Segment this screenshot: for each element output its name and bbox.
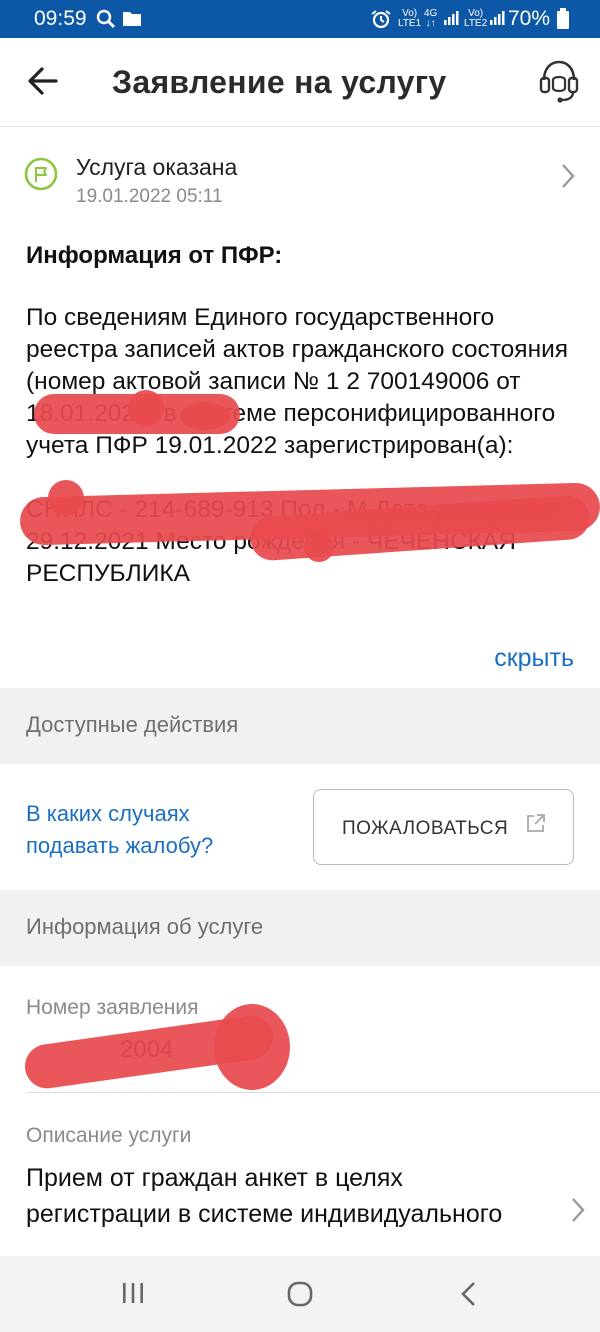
status-time: 09:59 [34, 7, 87, 30]
application-number-label: Номер заявления [26, 996, 199, 1019]
recent-apps-icon[interactable] [120, 1280, 146, 1306]
complaint-faq-link[interactable]: В каких случаях подавать жалобу? [26, 798, 276, 862]
service-description-label: Описание услуги [26, 1124, 192, 1147]
hide-link[interactable]: скрыть [494, 644, 574, 673]
service-status-title: Услуга оказана [76, 154, 238, 180]
app-bar: Заявление на услугу [0, 38, 600, 127]
sim1-indicator: Vo) LTE1 [398, 8, 422, 29]
redaction-mark [128, 390, 164, 426]
redaction-mark [180, 402, 230, 430]
home-icon[interactable] [286, 1280, 314, 1308]
network-4g-indicator: 4G ↓↑ [424, 8, 438, 29]
chevron-right-icon [562, 164, 575, 188]
redaction-mark [214, 1004, 290, 1090]
redaction-mark [48, 480, 84, 516]
back-arrow-icon[interactable] [26, 64, 60, 98]
alarm-icon [371, 10, 391, 29]
section-service-info: Информация об услуге [0, 890, 600, 966]
external-link-icon [527, 814, 545, 832]
complain-button-label: ПОЖАЛОВАТЬСЯ [342, 818, 509, 839]
back-nav-icon[interactable] [458, 1280, 480, 1308]
signal-icon [490, 11, 505, 25]
flag-status-icon [24, 157, 58, 191]
sim2-indicator: Vo) LTE2 [464, 8, 488, 29]
signal-icon [444, 11, 459, 25]
battery-icon [557, 8, 569, 29]
section-title: Информация об услуге [26, 914, 264, 939]
section-title: Доступные действия [26, 712, 239, 737]
redaction-mark [304, 532, 334, 562]
support-headset-icon[interactable] [538, 58, 580, 104]
chevron-right-icon[interactable] [570, 1196, 586, 1224]
service-description-value[interactable]: Прием от граждан анкет в целях регистрац… [26, 1160, 526, 1256]
folder-icon [123, 12, 141, 26]
section-available-actions: Доступные действия [0, 688, 600, 764]
battery-level: 70% [507, 7, 550, 30]
info-heading: Информация от ПФР: [26, 242, 283, 269]
status-bar: 09:59 Vo) LTE1 4G ↓↑ Vo) LTE2 70% [0, 0, 600, 38]
system-navigation-bar [0, 1256, 600, 1332]
complain-button[interactable]: ПОЖАЛОВАТЬСЯ [313, 789, 574, 865]
service-status-row[interactable]: Услуга оказана 19.01.2022 05:11 [0, 140, 600, 220]
page-title: Заявление на услугу [112, 64, 447, 100]
service-status-date: 19.01.2022 05:11 [76, 186, 223, 207]
divider [26, 1092, 600, 1093]
search-icon [96, 9, 115, 28]
